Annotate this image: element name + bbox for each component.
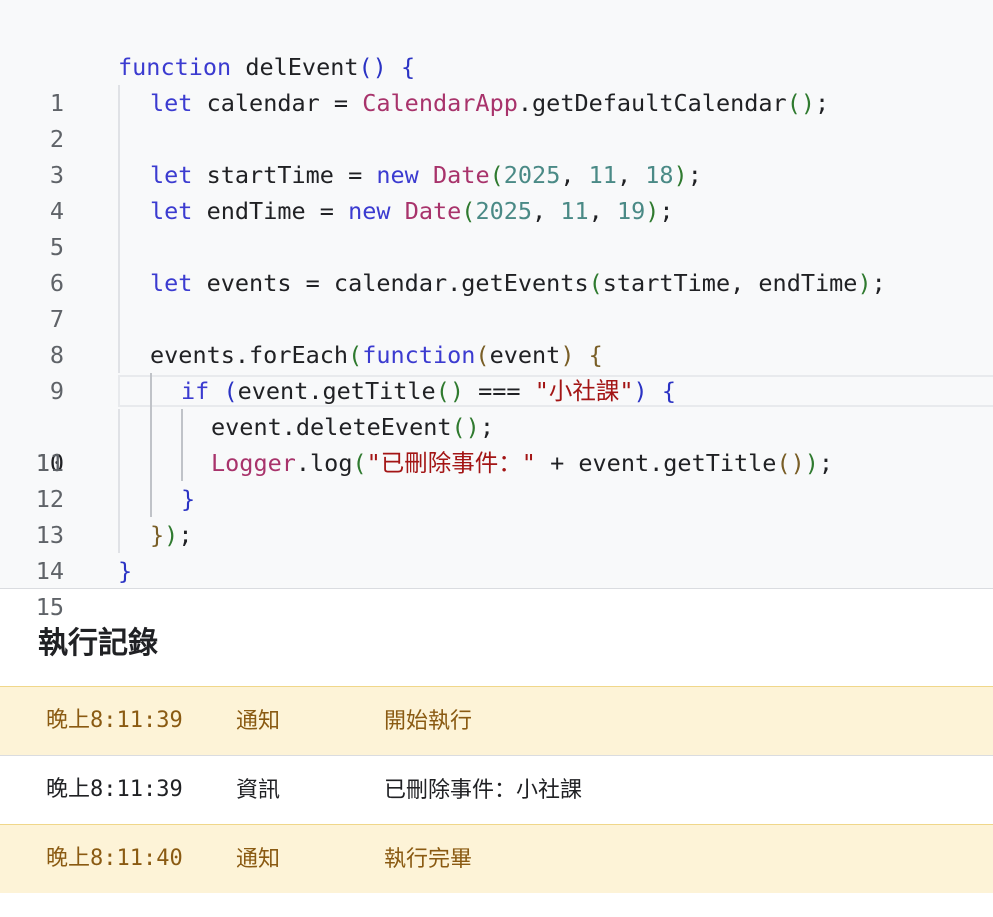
indent-guide [118, 481, 120, 517]
indent-guide [150, 373, 152, 409]
indent-guide [118, 517, 120, 553]
indent-guide [150, 445, 152, 481]
code-text: if (event.getTitle() === "小社課") { [181, 377, 676, 405]
indent-guide [150, 481, 152, 517]
code-text: let events = calendar.getEvents(startTim… [150, 269, 886, 297]
log-message: 執行完畢 [384, 846, 473, 871]
indent-guide [181, 445, 183, 481]
log-time: 晚上8:11:39 [46, 708, 183, 733]
code-text: } [118, 557, 133, 585]
log-time: 晚上8:11:39 [46, 777, 183, 802]
code-line[interactable]: 15 } [0, 553, 993, 621]
indent-guide [118, 265, 120, 301]
log-time: 晚上8:11:40 [46, 846, 183, 871]
indent-guide [118, 193, 120, 229]
code-text: let calendar = CalendarApp.getDefaultCal… [150, 89, 830, 117]
indent-guide [118, 229, 120, 265]
code-line[interactable]: 2 let calendar = CalendarApp.getDefaultC… [0, 85, 993, 153]
code-text: let endTime = new Date(2025, 11, 19); [150, 197, 674, 225]
log-message: 開始執行 [384, 708, 473, 733]
code-text: }); [150, 521, 193, 549]
code-line[interactable]: 12 Logger.log("已刪除事件：" + event.getTitle(… [0, 445, 993, 513]
code-line[interactable]: 13 } [0, 481, 993, 549]
indent-guide [118, 157, 120, 193]
code-line[interactable]: 11 event.deleteEvent(); [0, 409, 993, 477]
code-line[interactable]: 7 let events = calendar.getEvents(startT… [0, 265, 993, 333]
code-text: } [181, 485, 196, 513]
indent-guide [118, 121, 120, 157]
log-row: 晚上8:11:39 資訊 已刪除事件：小社課 [0, 755, 993, 824]
code-line[interactable]: 5 let endTime = new Date(2025, 11, 19); [0, 193, 993, 261]
indent-guide [118, 337, 120, 373]
log-message: 已刪除事件：小社課 [384, 777, 583, 802]
indent-guide [181, 409, 183, 445]
code-line-active[interactable]: 10 if (event.getTitle() === "小社課") { [0, 373, 993, 477]
code-line[interactable]: 8 [0, 301, 993, 369]
code-line[interactable]: 3 [0, 121, 993, 189]
execution-log-table: 晚上8:11:39 通知 開始執行 晚上8:11:39 資訊 已刪除事件：小社課… [0, 686, 993, 893]
code-text: event.deleteEvent(); [211, 413, 494, 441]
log-row: 晚上8:11:39 通知 開始執行 [0, 686, 993, 755]
code-line[interactable]: 9 events.forEach(function(event) { [0, 337, 993, 405]
code-text: let startTime = new Date(2025, 11, 18); [150, 161, 702, 189]
code-editor[interactable]: 1 function delEvent() { 2 let calendar =… [0, 0, 993, 621]
execution-log-title: 執行記錄 [38, 627, 158, 660]
code-text: function delEvent() { [118, 53, 416, 81]
log-type: 通知 [236, 846, 281, 871]
code-text: events.forEach(function(event) { [150, 341, 603, 369]
indent-guide [118, 409, 120, 445]
indent-guide [118, 301, 120, 337]
code-line[interactable]: 6 [0, 229, 993, 297]
log-row: 晚上8:11:40 通知 執行完畢 [0, 824, 993, 893]
indent-guide [118, 85, 120, 121]
code-text: Logger.log("已刪除事件：" + event.getTitle()); [211, 449, 834, 477]
code-line[interactable]: 14 }); [0, 517, 993, 585]
indent-guide [118, 445, 120, 481]
log-type: 資訊 [236, 777, 281, 802]
log-type: 通知 [236, 708, 281, 733]
code-line[interactable]: 4 let startTime = new Date(2025, 11, 18)… [0, 157, 993, 225]
indent-guide [150, 409, 152, 445]
code-line[interactable]: 1 function delEvent() { [0, 49, 993, 117]
